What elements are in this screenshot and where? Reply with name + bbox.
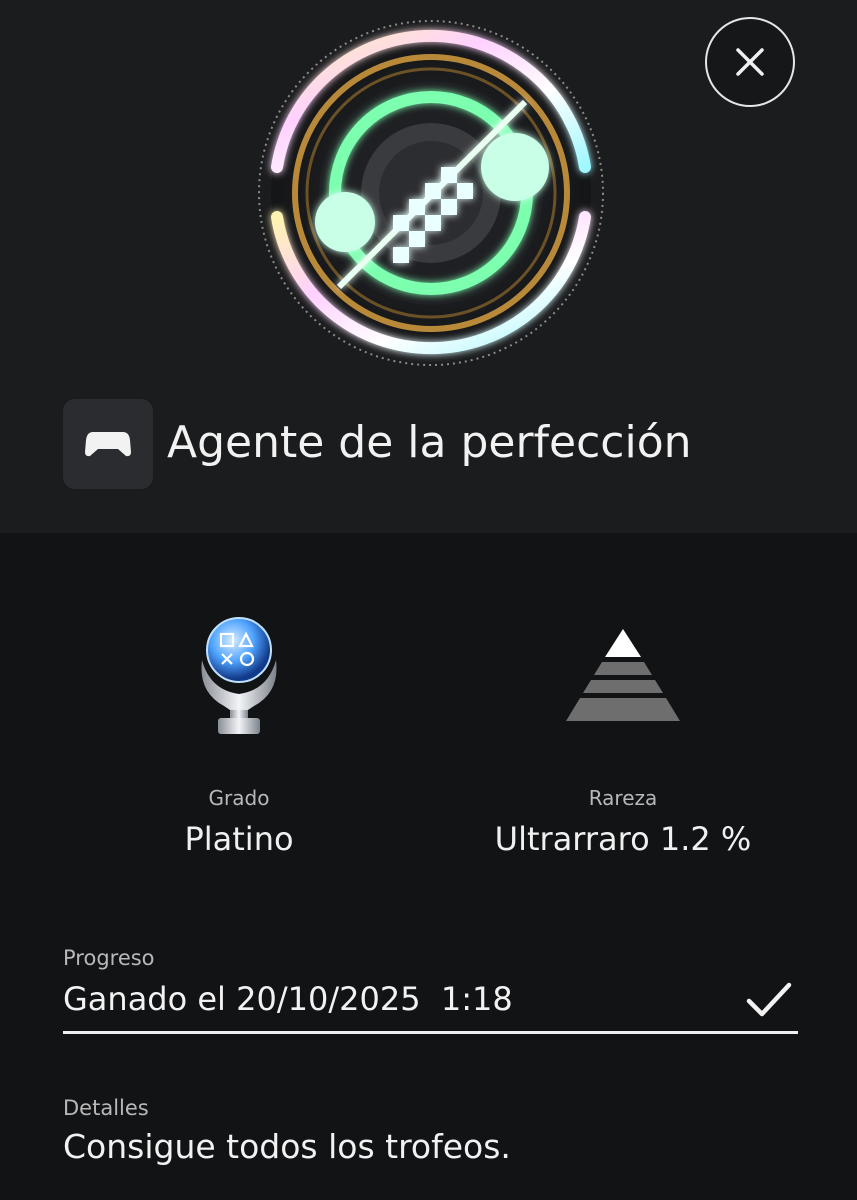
trophy-header: Agente de la perfección bbox=[0, 0, 857, 533]
checkmark-icon bbox=[746, 982, 792, 1017]
rarity-label: Rareza bbox=[588, 786, 658, 810]
rarity-pyramid-icon bbox=[566, 629, 680, 721]
rarity-value: Ultrarraro 1.2 % bbox=[494, 820, 752, 858]
close-icon bbox=[736, 48, 764, 76]
grade-stat: Grado Platino bbox=[69, 600, 409, 861]
trophy-detail-screen: Agente de la perfección Grado Platino Ra… bbox=[0, 0, 857, 1200]
gamepad-icon bbox=[85, 432, 131, 457]
rarity-stat: Rareza Ultrarraro 1.2 % bbox=[453, 600, 793, 861]
progress-value: Ganado el 20/10/2025 1:18 bbox=[63, 980, 513, 1018]
details-text: Consigue todos los trofeos. bbox=[63, 1127, 511, 1166]
trophy-artwork bbox=[255, 17, 607, 369]
game-tile[interactable] bbox=[63, 399, 153, 489]
platinum-trophy-icon bbox=[201, 617, 277, 734]
details-label: Detalles bbox=[63, 1096, 149, 1120]
progress-label: Progreso bbox=[63, 946, 155, 970]
close-button[interactable] bbox=[705, 17, 795, 107]
trophy-title: Agente de la perfección bbox=[167, 417, 692, 468]
grade-value: Platino bbox=[184, 820, 294, 858]
grade-label: Grado bbox=[208, 786, 270, 810]
progress-field: Ganado el 20/10/2025 1:18 bbox=[63, 970, 798, 1034]
